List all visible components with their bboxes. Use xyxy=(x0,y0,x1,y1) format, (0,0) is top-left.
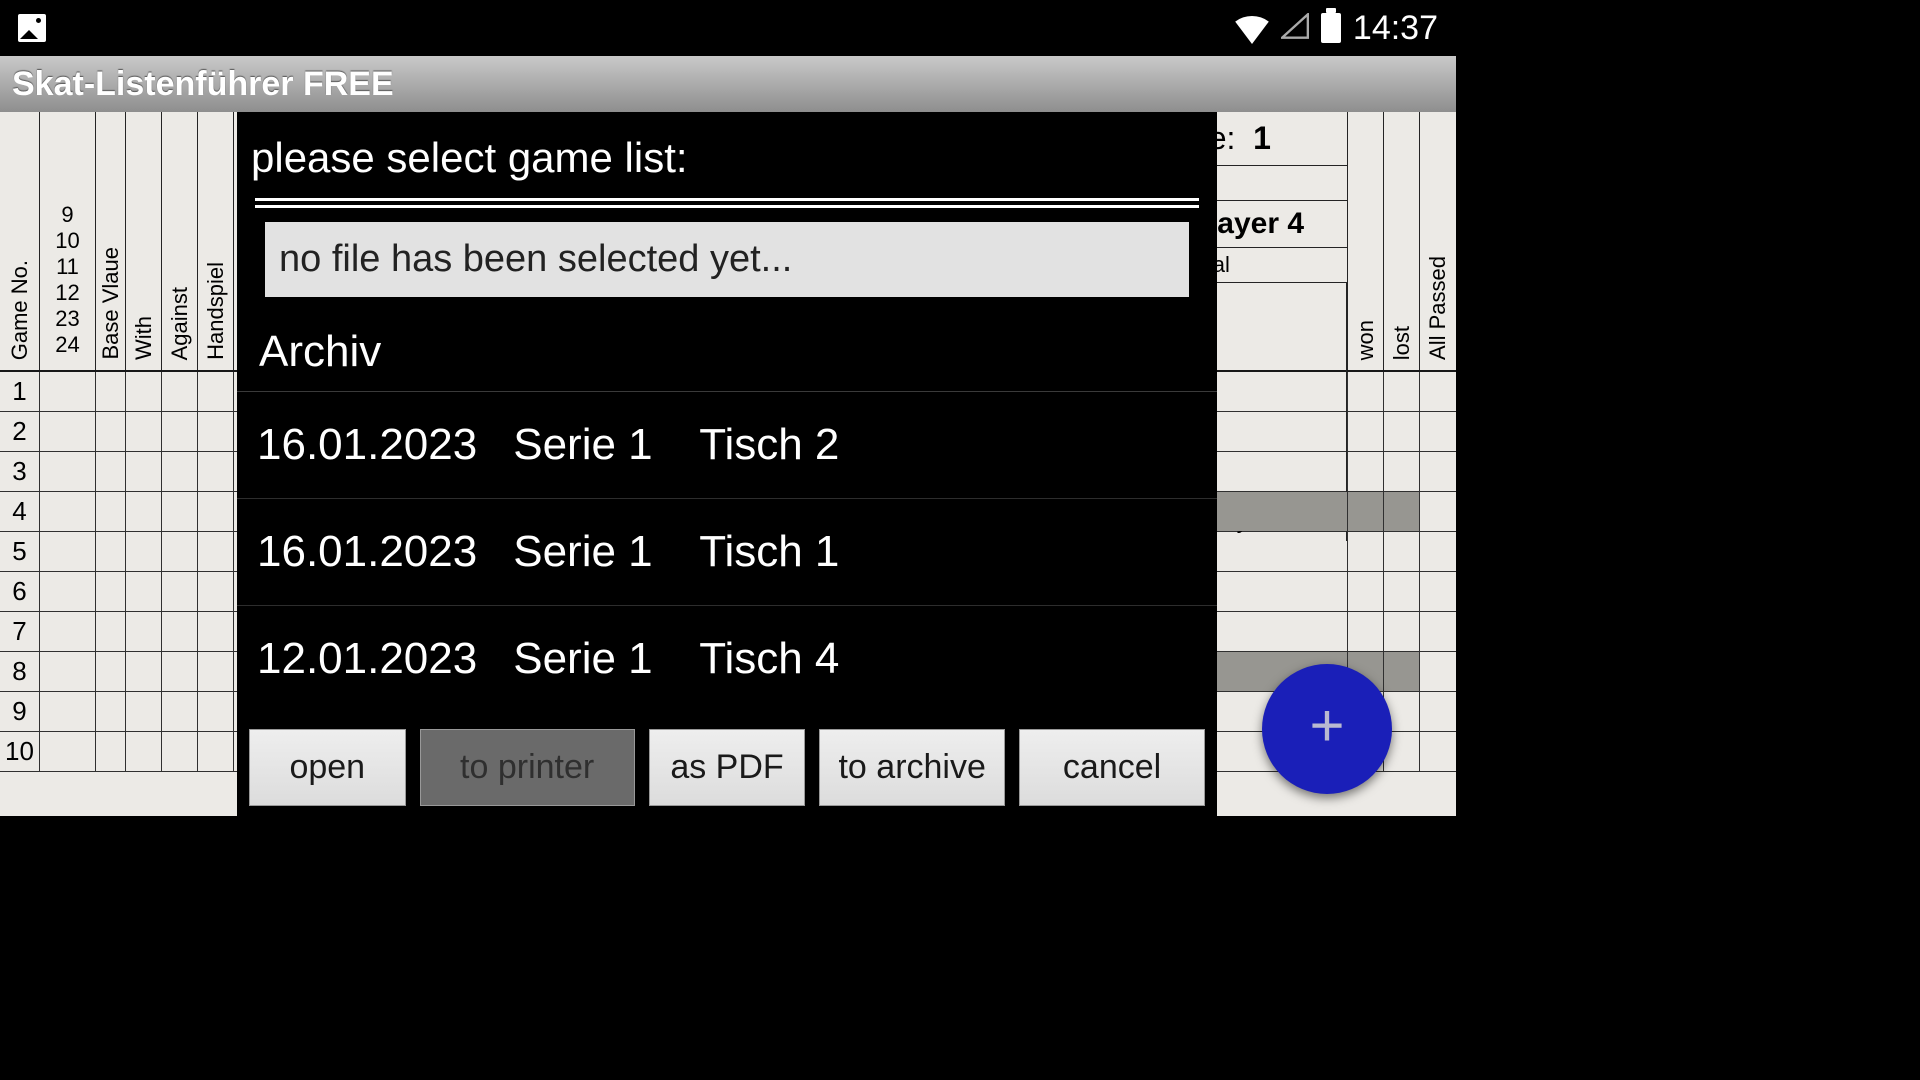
game-list-item[interactable]: 16.01.2023 Serie 1 Tisch 2 xyxy=(237,392,1217,499)
game-list-item[interactable]: 12.01.2023 Serie 1 Tisch 4 xyxy=(237,606,1217,712)
row-num: 9 xyxy=(0,692,40,731)
col-handspiel: Handspiel xyxy=(201,258,231,364)
selected-file-box[interactable]: no file has been selected yet... xyxy=(265,222,1189,297)
col-with: With xyxy=(129,312,159,364)
row-num: 7 xyxy=(0,612,40,651)
col-against: Against xyxy=(165,283,195,364)
row-num: 4 xyxy=(0,492,40,531)
game-list: 16.01.2023 Serie 1 Tisch 2 16.01.2023 Se… xyxy=(237,392,1217,719)
game-list-item[interactable]: 16.01.2023 Serie 1 Tisch 1 xyxy=(237,499,1217,606)
dialog-button-row: open to printer as PDF to archive cancel xyxy=(237,719,1217,816)
add-fab[interactable]: + xyxy=(1262,664,1392,794)
col-base-value: Base Vlaue xyxy=(96,243,126,364)
wifi-icon xyxy=(1235,14,1269,42)
open-button[interactable]: open xyxy=(249,729,406,806)
as-pdf-button[interactable]: as PDF xyxy=(649,729,806,806)
section-archiv: Archiv xyxy=(237,305,1217,392)
col-game-no: Game No. xyxy=(5,256,35,364)
status-time: 14:37 xyxy=(1353,9,1438,48)
cancel-button[interactable]: cancel xyxy=(1019,729,1205,806)
dialog-title-underline xyxy=(255,198,1199,208)
plus-icon: + xyxy=(1309,691,1344,760)
dialog-title: please select game list: xyxy=(237,112,1217,192)
col-won: won xyxy=(1351,316,1381,364)
col-all-passed: All Passed xyxy=(1423,252,1453,364)
select-game-list-dialog: please select game list: no file has bee… xyxy=(237,112,1217,816)
row-num: 2 xyxy=(0,412,40,451)
cellular-icon xyxy=(1281,9,1309,48)
col-lost: lost xyxy=(1387,322,1417,364)
to-printer-button[interactable]: to printer xyxy=(420,729,635,806)
row-num: 10 xyxy=(0,732,40,771)
row-num: 3 xyxy=(0,452,40,491)
to-archive-button[interactable]: to archive xyxy=(819,729,1005,806)
app-title: Skat-Listenführer FREE xyxy=(12,65,394,104)
battery-icon xyxy=(1321,13,1341,43)
app-title-bar: Skat-Listenführer FREE xyxy=(0,56,1456,112)
photo-icon xyxy=(18,14,46,42)
row-num: 5 xyxy=(0,532,40,571)
row-num: 8 xyxy=(0,652,40,691)
base-number-list: 9 10 11 12 23 24 xyxy=(47,196,87,364)
row-num: 6 xyxy=(0,572,40,611)
row-num: 1 xyxy=(0,372,40,411)
status-bar: 14:37 xyxy=(0,0,1456,56)
